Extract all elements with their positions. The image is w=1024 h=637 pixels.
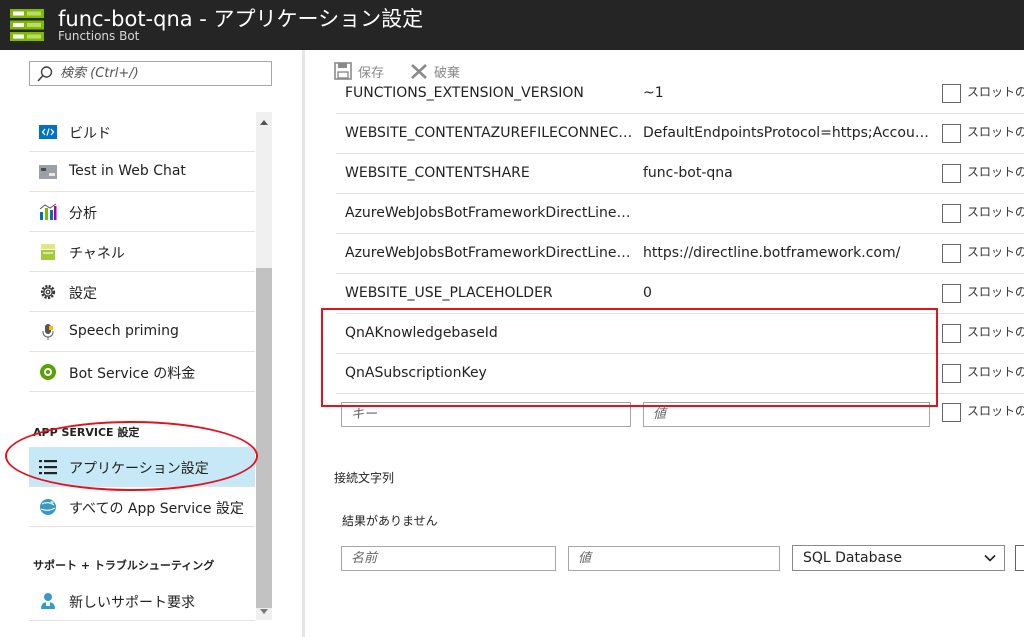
slot-setting-checkbox[interactable] bbox=[942, 284, 961, 303]
gear-icon bbox=[40, 284, 56, 300]
slot-setting-checkbox[interactable] bbox=[942, 204, 961, 223]
page-subtitle: Functions Bot bbox=[58, 29, 140, 43]
connection-value-input[interactable] bbox=[578, 550, 757, 567]
setting-key[interactable]: AzureWebJobsBotFrameworkDirectLineEndpoi… bbox=[345, 245, 635, 261]
connection-strings-heading: 接続文字列 bbox=[334, 471, 395, 485]
table-row: AzureWebJobsBotFrameworkDirectLineEndpoi… bbox=[336, 234, 1024, 274]
table-row: FUNCTIONS_EXTENSION_VERSION ~1 スロットの設定 bbox=[336, 74, 1024, 114]
search-icon bbox=[37, 66, 53, 82]
scroll-down-arrow-icon[interactable] bbox=[260, 609, 268, 614]
sidebar-item-bot-service-pricing[interactable]: Bot Service の料金 bbox=[29, 352, 255, 392]
slot-setting-label: スロットの設定 bbox=[967, 85, 1024, 99]
slot-setting-label: スロットの設定 bbox=[967, 245, 1024, 259]
connection-value-field[interactable] bbox=[568, 546, 780, 571]
new-key-field[interactable] bbox=[341, 402, 631, 427]
slot-setting-checkbox[interactable] bbox=[942, 124, 961, 143]
connection-slot-checkbox[interactable] bbox=[1015, 545, 1024, 571]
sidebar-item-settings[interactable]: 設定 bbox=[29, 272, 255, 312]
connection-name-field[interactable] bbox=[341, 546, 556, 571]
sidebar-scrollbar[interactable] bbox=[256, 112, 272, 620]
chat-icon bbox=[39, 165, 57, 179]
scroll-up-arrow-icon[interactable] bbox=[260, 120, 268, 125]
table-row: WEBSITE_CONTENTSHARE func-bot-qna スロットの設… bbox=[336, 154, 1024, 194]
sidebar-item-label: チャネル bbox=[69, 246, 125, 262]
setting-key[interactable]: AzureWebJobsBotFrameworkDirectLineSecret bbox=[345, 205, 635, 221]
sidebar-item-test-in-web-chat[interactable]: Test in Web Chat bbox=[29, 152, 255, 192]
sidebar-item-label: Speech priming bbox=[69, 323, 179, 339]
sidebar-item-label: ビルド bbox=[69, 126, 111, 142]
slot-setting-label: スロットの設定 bbox=[967, 205, 1024, 219]
slot-setting-checkbox[interactable] bbox=[942, 84, 961, 103]
blade-header: func-bot-qna - アプリケーション設定 Functions Bot bbox=[0, 0, 1024, 50]
slot-setting-checkbox[interactable] bbox=[942, 244, 961, 263]
slot-setting-checkbox[interactable] bbox=[942, 164, 961, 183]
chart-icon bbox=[39, 203, 57, 220]
microphone-icon bbox=[42, 324, 54, 340]
pricing-icon bbox=[40, 364, 56, 380]
sidebar-item-label: 分析 bbox=[69, 206, 97, 222]
slot-setting-checkbox[interactable] bbox=[942, 364, 961, 383]
sidebar-item-label: 設定 bbox=[69, 286, 97, 302]
setting-key[interactable]: WEBSITE_USE_PLACEHOLDER bbox=[345, 285, 635, 301]
setting-value[interactable]: ~1 bbox=[643, 85, 933, 101]
sidebar-item-label: すべての App Service 設定 bbox=[69, 501, 244, 517]
sidebar-item-new-support-request[interactable]: 新しいサポート要求 bbox=[29, 581, 255, 621]
sidebar-search-box[interactable] bbox=[29, 61, 272, 86]
slot-setting-label: スロットの設定 bbox=[967, 165, 1024, 179]
sidebar-item-label: Bot Service の料金 bbox=[69, 366, 196, 382]
sidebar-divider bbox=[302, 50, 305, 637]
sidebar-item-all-app-service-settings[interactable]: すべての App Service 設定 bbox=[29, 487, 255, 527]
list-icon bbox=[39, 460, 57, 475]
new-value-input[interactable] bbox=[653, 406, 896, 423]
app-settings-icon bbox=[10, 9, 44, 41]
slot-setting-label: スロットの設定 bbox=[967, 285, 1024, 299]
table-row: AzureWebJobsBotFrameworkDirectLineSecret… bbox=[336, 194, 1024, 234]
table-row: WEBSITE_CONTENTAZUREFILECONNECTIONSTRING… bbox=[336, 114, 1024, 154]
app-service-section-heading: APP SERVICE 設定 bbox=[33, 426, 140, 439]
setting-key[interactable]: FUNCTIONS_EXTENSION_VERSION bbox=[345, 85, 635, 101]
table-row: QnAKnowledgebaseId スロットの設定 bbox=[336, 314, 1024, 354]
setting-value[interactable]: func-bot-qna bbox=[643, 165, 933, 181]
sidebar-item-label: Test in Web Chat bbox=[69, 163, 186, 179]
sidebar-item-speech-priming[interactable]: Speech priming bbox=[29, 312, 255, 352]
connection-type-select[interactable]: SQL Database bbox=[792, 545, 1005, 571]
sidebar-item-label: 新しいサポート要求 bbox=[69, 595, 195, 611]
new-value-field[interactable] bbox=[643, 402, 930, 427]
slot-setting-label: スロットの設定 bbox=[967, 365, 1024, 379]
table-row: WEBSITE_USE_PLACEHOLDER 0 スロットの設定 bbox=[336, 274, 1024, 314]
setting-key[interactable]: WEBSITE_CONTENTAZUREFILECONNECTIONSTRING bbox=[345, 125, 635, 141]
setting-value[interactable]: DefaultEndpointsProtocol=https;AccountNa… bbox=[643, 125, 933, 141]
connection-name-input[interactable] bbox=[351, 550, 533, 567]
sidebar-item-build[interactable]: ビルド bbox=[29, 112, 255, 152]
slot-setting-label: スロットの設定 bbox=[967, 125, 1024, 139]
slot-setting-label: スロットの設定 bbox=[967, 325, 1024, 339]
new-key-input[interactable] bbox=[351, 406, 596, 423]
setting-value[interactable]: 0 bbox=[643, 285, 933, 301]
slot-setting-checkbox[interactable] bbox=[942, 403, 961, 422]
setting-key[interactable]: QnAKnowledgebaseId bbox=[345, 325, 635, 341]
sidebar-item-channels[interactable]: チャネル bbox=[29, 232, 255, 272]
no-results-message: 結果がありません bbox=[342, 514, 438, 528]
slot-setting-checkbox[interactable] bbox=[942, 324, 961, 343]
slot-setting-label: スロットの設定 bbox=[967, 404, 1024, 418]
chevron-down-icon bbox=[984, 554, 996, 562]
code-icon bbox=[39, 125, 57, 139]
sidebar-item-label: アプリケーション設定 bbox=[69, 461, 209, 477]
setting-key[interactable]: QnASubscriptionKey bbox=[345, 365, 635, 381]
table-row: QnASubscriptionKey スロットの設定 bbox=[336, 354, 1024, 394]
globe-icon bbox=[40, 499, 56, 515]
setting-key[interactable]: WEBSITE_CONTENTSHARE bbox=[345, 165, 635, 181]
sidebar-item-analytics[interactable]: 分析 bbox=[29, 192, 255, 232]
support-person-icon bbox=[41, 593, 55, 609]
connection-type-value: SQL Database bbox=[803, 550, 902, 566]
channels-icon bbox=[41, 244, 55, 260]
sidebar-item-application-settings[interactable]: アプリケーション設定 bbox=[29, 447, 255, 487]
scrollbar-thumb[interactable] bbox=[256, 268, 272, 608]
support-section-heading: サポート + トラブルシューティング bbox=[33, 559, 215, 572]
search-input[interactable] bbox=[60, 64, 260, 83]
setting-value[interactable]: https://directline.botframework.com/ bbox=[643, 245, 933, 261]
